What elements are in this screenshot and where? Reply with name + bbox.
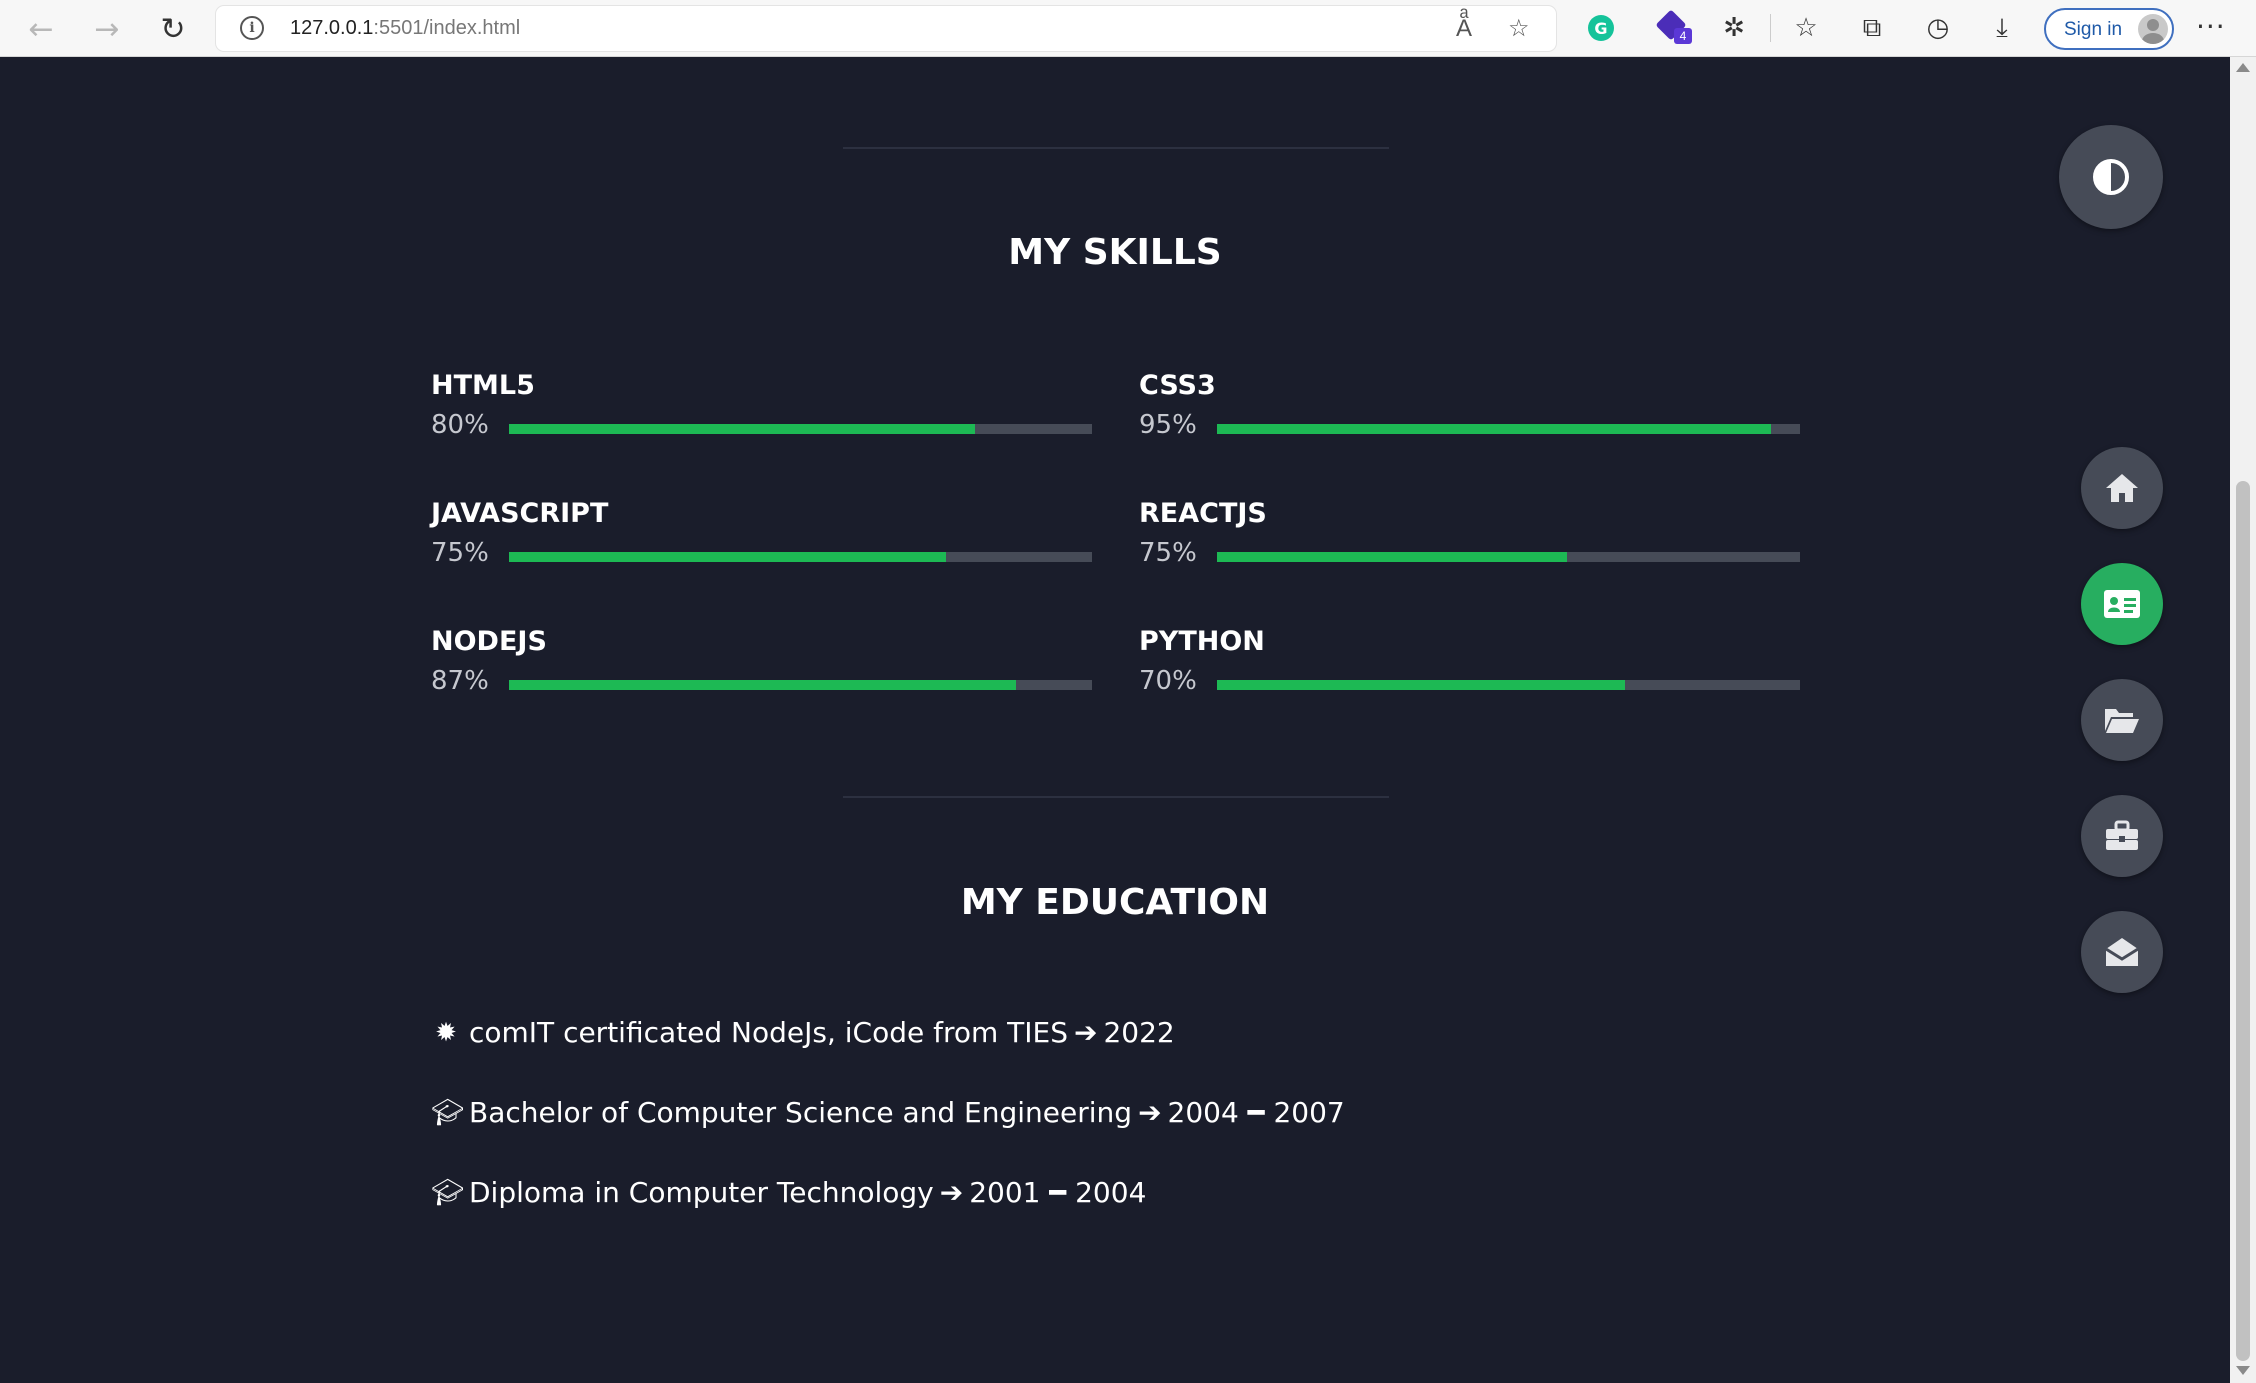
education-item: ✹ comIT certificated NodeJs, iCode from … — [431, 1016, 1175, 1049]
skill-name: REACTJS — [1139, 498, 1267, 529]
envelope-open-icon — [2105, 938, 2139, 966]
browser-toolbar: ← → ↻ i 127.0.0.1:5501/index.html A͏ͣ ☆ … — [0, 0, 2256, 57]
more-menu-icon[interactable]: ··· — [2196, 10, 2226, 43]
skill-item: HTML5 80% — [431, 370, 1092, 440]
education-period: 2004 ━ 2007 — [1167, 1096, 1345, 1129]
toolbar-divider — [1770, 14, 1771, 42]
skill-percent: 80% — [431, 410, 489, 440]
skills-title: MY SKILLS — [1008, 232, 1222, 273]
skill-percent: 75% — [431, 538, 489, 568]
skill-progress-track — [1217, 680, 1800, 690]
skill-item: JAVASCRIPT 75% — [431, 498, 1092, 568]
nav-portfolio-button[interactable] — [2081, 679, 2163, 761]
education-period: 2001 ━ 2004 — [969, 1176, 1147, 1209]
url-text[interactable]: 127.0.0.1:5501/index.html — [290, 17, 520, 40]
scroll-up-icon[interactable] — [2236, 63, 2250, 72]
education-title: MY EDUCATION — [960, 882, 1270, 923]
education-period: 2022 — [1103, 1016, 1175, 1049]
nav-work-button[interactable] — [2081, 795, 2163, 877]
skill-name: PYTHON — [1139, 626, 1265, 657]
skill-progress-fill — [509, 552, 946, 562]
extension-icon[interactable]: 4 — [1655, 9, 1692, 44]
collections-icon[interactable]: ⧉ — [1854, 10, 1890, 46]
nav-contact-button[interactable] — [2081, 911, 2163, 993]
folder-open-icon — [2105, 709, 2139, 733]
arrow-right-icon: ➔ — [939, 1176, 964, 1209]
skill-item: NODEJS 87% — [431, 626, 1092, 696]
history-icon[interactable]: ◷ — [1920, 10, 1956, 46]
skill-name: JAVASCRIPT — [431, 498, 609, 529]
read-aloud-icon[interactable]: A͏ͣ — [1456, 14, 1472, 43]
skill-percent: 75% — [1139, 538, 1197, 568]
back-icon[interactable]: ← — [20, 8, 62, 50]
skill-percent: 95% — [1139, 410, 1197, 440]
nav-home-button[interactable] — [2081, 447, 2163, 529]
skill-item: REACTJS 75% — [1139, 498, 1800, 568]
favorites-icon[interactable]: ☆ — [1788, 10, 1824, 46]
skill-progress-track — [509, 424, 1092, 434]
arrow-right-icon: ➔ — [1138, 1096, 1162, 1129]
section-divider — [843, 796, 1389, 798]
sign-in-label: Sign in — [2064, 19, 2123, 40]
nav-about-button[interactable] — [2081, 563, 2163, 645]
avatar — [2138, 14, 2168, 44]
downloads-icon[interactable]: ⤓ — [1984, 10, 2020, 46]
reload-icon[interactable]: ↻ — [152, 8, 194, 50]
skill-progress-fill — [1217, 552, 1567, 562]
address-bar[interactable]: i 127.0.0.1:5501/index.html A͏ͣ ☆ — [216, 6, 1556, 51]
skill-progress-fill — [509, 680, 1016, 690]
sign-in-button[interactable]: Sign in — [2044, 8, 2174, 50]
graduation-cap-icon: 🎓︎ — [431, 1177, 465, 1208]
graduation-cap-icon: 🎓︎ — [431, 1097, 465, 1128]
page-scrollbar[interactable] — [2230, 57, 2256, 1383]
contrast-icon — [2093, 159, 2129, 195]
education-text: Bachelor of Computer Science and Enginee… — [469, 1096, 1133, 1129]
skill-item: CSS3 95% — [1139, 370, 1800, 440]
skill-percent: 70% — [1139, 666, 1197, 696]
skill-percent: 87% — [431, 666, 489, 696]
extension-badge: 4 — [1674, 28, 1692, 44]
education-text: Diploma in Computer Technology — [469, 1176, 934, 1209]
skill-progress-fill — [1217, 424, 1771, 434]
skill-name: NODEJS — [431, 626, 547, 657]
scroll-thumb[interactable] — [2236, 481, 2250, 1361]
skill-name: HTML5 — [431, 370, 535, 401]
education-item: 🎓︎ Bachelor of Computer Science and Engi… — [431, 1096, 1345, 1129]
skill-progress-track — [509, 680, 1092, 690]
section-divider — [843, 147, 1389, 149]
education-text: comIT certificated NodeJs, iCode from TI… — [469, 1016, 1068, 1049]
skill-progress-fill — [1217, 680, 1625, 690]
theme-toggle-button[interactable] — [2059, 125, 2163, 229]
skill-progress-track — [509, 552, 1092, 562]
grammarly-icon[interactable]: G — [1588, 15, 1614, 41]
arrow-right-icon: ➔ — [1074, 1016, 1098, 1049]
id-card-icon — [2104, 590, 2140, 618]
home-icon — [2106, 474, 2138, 502]
favorite-star-icon[interactable]: ☆ — [1508, 14, 1530, 42]
forward-icon[interactable]: → — [86, 8, 128, 50]
site-info-icon[interactable]: i — [240, 16, 264, 40]
education-item: 🎓︎ Diploma in Computer Technology ➔ 2001… — [431, 1176, 1146, 1209]
skill-progress-track — [1217, 552, 1800, 562]
briefcase-icon — [2106, 820, 2138, 850]
skill-item: PYTHON 70% — [1139, 626, 1800, 696]
extensions-puzzle-icon[interactable]: ✲ — [1716, 10, 1752, 46]
skill-progress-track — [1217, 424, 1800, 434]
skill-progress-fill — [509, 424, 975, 434]
scroll-down-icon[interactable] — [2236, 1366, 2250, 1375]
certificate-icon: ✹ — [435, 1017, 457, 1048]
skill-name: CSS3 — [1139, 370, 1216, 401]
